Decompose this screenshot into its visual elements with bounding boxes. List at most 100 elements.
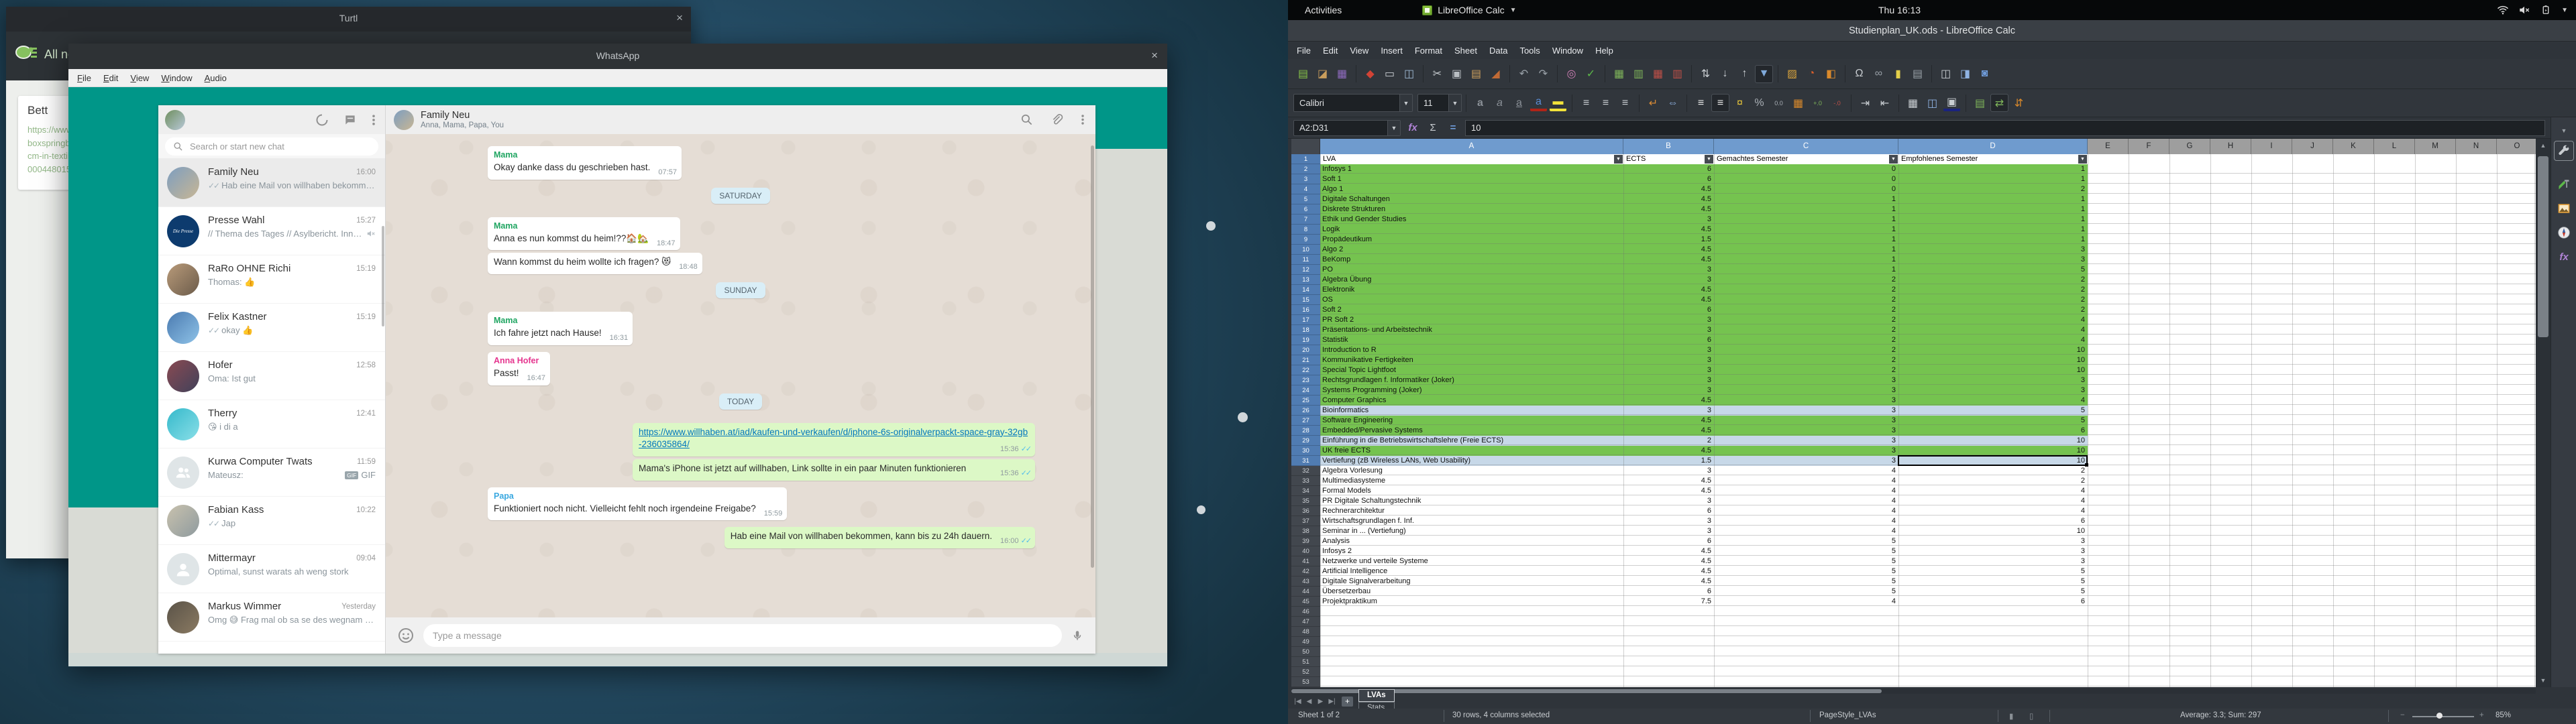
cell-B41[interactable]: 4.5 bbox=[1625, 556, 1711, 566]
merge-cells-button[interactable]: ⇔ bbox=[1664, 95, 1681, 111]
chevron-down-icon[interactable]: ▼ bbox=[1387, 121, 1400, 135]
sidebar-functions-icon[interactable]: fx bbox=[2555, 247, 2573, 266]
cell-B40[interactable]: 4.5 bbox=[1625, 546, 1711, 556]
cell-B8[interactable]: 4.5 bbox=[1625, 225, 1711, 235]
conversation-header[interactable]: Family Neu Anna, Mama, Papa, You bbox=[386, 105, 1095, 134]
sidebar-settings-caret-icon[interactable]: ▼ bbox=[2555, 121, 2573, 140]
highlight-color-button[interactable]: ▬ bbox=[1550, 95, 1566, 111]
status-icon[interactable] bbox=[315, 113, 329, 127]
cell-A31[interactable]: Vertiefung (zB Wireless LANs, Web Usabil… bbox=[1322, 456, 1621, 466]
row-header-4[interactable]: 4 bbox=[1291, 184, 1320, 194]
turtl-titlebar[interactable]: Turtl × bbox=[6, 7, 691, 32]
row-header-13[interactable]: 13 bbox=[1291, 275, 1320, 285]
cell-B11[interactable]: 4.5 bbox=[1625, 255, 1711, 265]
next-sheet-icon[interactable]: ▶ bbox=[1315, 698, 1326, 705]
cell-D14[interactable]: 2 bbox=[1900, 285, 2085, 295]
column-header-B[interactable]: B bbox=[1623, 139, 1714, 154]
previous-sheet-icon[interactable]: ◀ bbox=[1303, 698, 1315, 705]
cell-D24[interactable]: 3 bbox=[1900, 385, 2085, 396]
cell-D39[interactable]: 3 bbox=[1900, 536, 2085, 546]
cell-D10[interactable]: 3 bbox=[1900, 245, 2085, 255]
cell-C5[interactable]: 1 bbox=[1716, 194, 1896, 204]
align-right-button[interactable]: ≡ bbox=[1617, 95, 1633, 111]
column-header-H[interactable]: H bbox=[2210, 139, 2251, 154]
cell-C36[interactable]: 4 bbox=[1716, 506, 1896, 516]
cell-A16[interactable]: Soft 2 bbox=[1322, 305, 1621, 315]
cell-C28[interactable]: 3 bbox=[1716, 426, 1896, 436]
row-header-19[interactable]: 19 bbox=[1291, 335, 1320, 345]
cell-C40[interactable]: 5 bbox=[1716, 546, 1896, 556]
cell-A8[interactable]: Logik bbox=[1322, 225, 1621, 235]
cell-B31[interactable]: 1.5 bbox=[1625, 456, 1711, 466]
app-indicator[interactable]: LibreOffice Calc ▼ bbox=[1422, 5, 1516, 15]
autofilter-dropdown-icon[interactable]: ▼ bbox=[1614, 155, 1623, 164]
cell-C27[interactable]: 3 bbox=[1716, 416, 1896, 426]
cell-B37[interactable]: 3 bbox=[1625, 516, 1711, 526]
wifi-icon[interactable] bbox=[2497, 5, 2509, 15]
cell-D5[interactable]: 1 bbox=[1900, 194, 2085, 204]
cell-B4[interactable]: 4.5 bbox=[1625, 184, 1711, 194]
cell-C25[interactable]: 3 bbox=[1716, 396, 1896, 406]
whatsapp-menu-edit[interactable]: Edit bbox=[97, 73, 124, 83]
cell-A12[interactable]: PO bbox=[1322, 265, 1621, 275]
percent-button[interactable]: % bbox=[1751, 95, 1768, 111]
insert-column-button[interactable]: ▥ bbox=[1630, 66, 1647, 82]
chat-list-item[interactable]: RaRo OHNE Richi15:19Thomas: 👍 bbox=[158, 255, 385, 304]
cell-B26[interactable]: 3 bbox=[1625, 406, 1711, 416]
select-all-corner[interactable] bbox=[1291, 139, 1320, 154]
align-center-button[interactable]: ≡ bbox=[1597, 95, 1614, 111]
increase-indent-button[interactable]: ⇥ bbox=[1857, 95, 1874, 111]
cell-C20[interactable]: 2 bbox=[1716, 345, 1896, 355]
font-size-combo[interactable]: 11 ▼ bbox=[1417, 94, 1462, 112]
cell-C21[interactable]: 2 bbox=[1716, 355, 1896, 365]
cell-D23[interactable]: 3 bbox=[1900, 375, 2085, 385]
row-header-48[interactable]: 48 bbox=[1291, 627, 1320, 637]
wrap-text-button[interactable]: ↵ bbox=[1645, 95, 1662, 111]
cell-B34[interactable]: 4.5 bbox=[1625, 486, 1711, 496]
cell-A15[interactable]: OS bbox=[1322, 295, 1621, 305]
copy-button[interactable]: ▣ bbox=[1448, 66, 1465, 82]
cell-C23[interactable]: 3 bbox=[1716, 375, 1896, 385]
chat-list-item[interactable]: Kurwa Computer Twats11:59Mateusz:GIFGIF bbox=[158, 448, 385, 497]
filter-header-cell[interactable]: LVA▼ bbox=[1321, 154, 1623, 164]
add-sheet-button[interactable]: + bbox=[1342, 697, 1353, 707]
calc-menu-view[interactable]: View bbox=[1344, 46, 1375, 56]
currency-button[interactable]: ¤ bbox=[1731, 95, 1748, 111]
cell-D45[interactable]: 6 bbox=[1900, 597, 2085, 607]
freeze-panes-button[interactable]: ◨ bbox=[1957, 66, 1974, 82]
cell-A25[interactable]: Computer Graphics bbox=[1322, 396, 1621, 406]
cell-A41[interactable]: Netzwerke und verteile Systeme bbox=[1322, 556, 1621, 566]
cell-B9[interactable]: 1.5 bbox=[1625, 235, 1711, 245]
align-top-button[interactable]: ≡ bbox=[1693, 95, 1709, 111]
cell-C22[interactable]: 2 bbox=[1716, 365, 1896, 375]
align-left-button[interactable]: ≡ bbox=[1578, 95, 1595, 111]
cell-B45[interactable]: 7.5 bbox=[1625, 597, 1711, 607]
border-style-button[interactable]: ◫ bbox=[1924, 95, 1941, 111]
cell-B16[interactable]: 6 bbox=[1625, 305, 1711, 315]
message-input[interactable]: Type a message bbox=[423, 624, 1062, 647]
row-header-40[interactable]: 40 bbox=[1291, 546, 1320, 556]
cell-D43[interactable]: 5 bbox=[1900, 577, 2085, 587]
sidebar-properties-icon[interactable] bbox=[2555, 141, 2573, 160]
cell-B21[interactable]: 3 bbox=[1625, 355, 1711, 365]
cell-D38[interactable]: 10 bbox=[1900, 526, 2085, 536]
column-header-E[interactable]: E bbox=[2088, 139, 2129, 154]
export-pdf-button[interactable]: ◆ bbox=[1362, 66, 1379, 82]
find-replace-button[interactable]: ◎ bbox=[1563, 66, 1580, 82]
cell-B6[interactable]: 4.5 bbox=[1625, 204, 1711, 215]
autofilter-dropdown-icon[interactable]: ▼ bbox=[2078, 155, 2087, 164]
cell-A44[interactable]: Übersetzerbau bbox=[1322, 587, 1621, 597]
calc-menu-sheet[interactable]: Sheet bbox=[1448, 46, 1483, 56]
system-menu-caret-icon[interactable]: ▼ bbox=[2561, 7, 2568, 14]
cell-B24[interactable]: 3 bbox=[1625, 385, 1711, 396]
row-header-17[interactable]: 17 bbox=[1291, 315, 1320, 325]
cell-C11[interactable]: 1 bbox=[1716, 255, 1896, 265]
cell-D40[interactable]: 3 bbox=[1900, 546, 2085, 556]
cell-A23[interactable]: Rechtsgrundlagen f. Informatiker (Joker) bbox=[1322, 375, 1621, 385]
chat-list-item[interactable]: Fabian Kass10:22✓✓Jap bbox=[158, 497, 385, 545]
cell-A36[interactable]: Rechnerarchitektur bbox=[1322, 506, 1621, 516]
column-arrows-button[interactable]: ⇵ bbox=[2010, 95, 2027, 111]
cut-button[interactable]: ✂ bbox=[1429, 66, 1446, 82]
cell-B13[interactable]: 3 bbox=[1625, 275, 1711, 285]
row-header-14[interactable]: 14 bbox=[1291, 285, 1320, 295]
